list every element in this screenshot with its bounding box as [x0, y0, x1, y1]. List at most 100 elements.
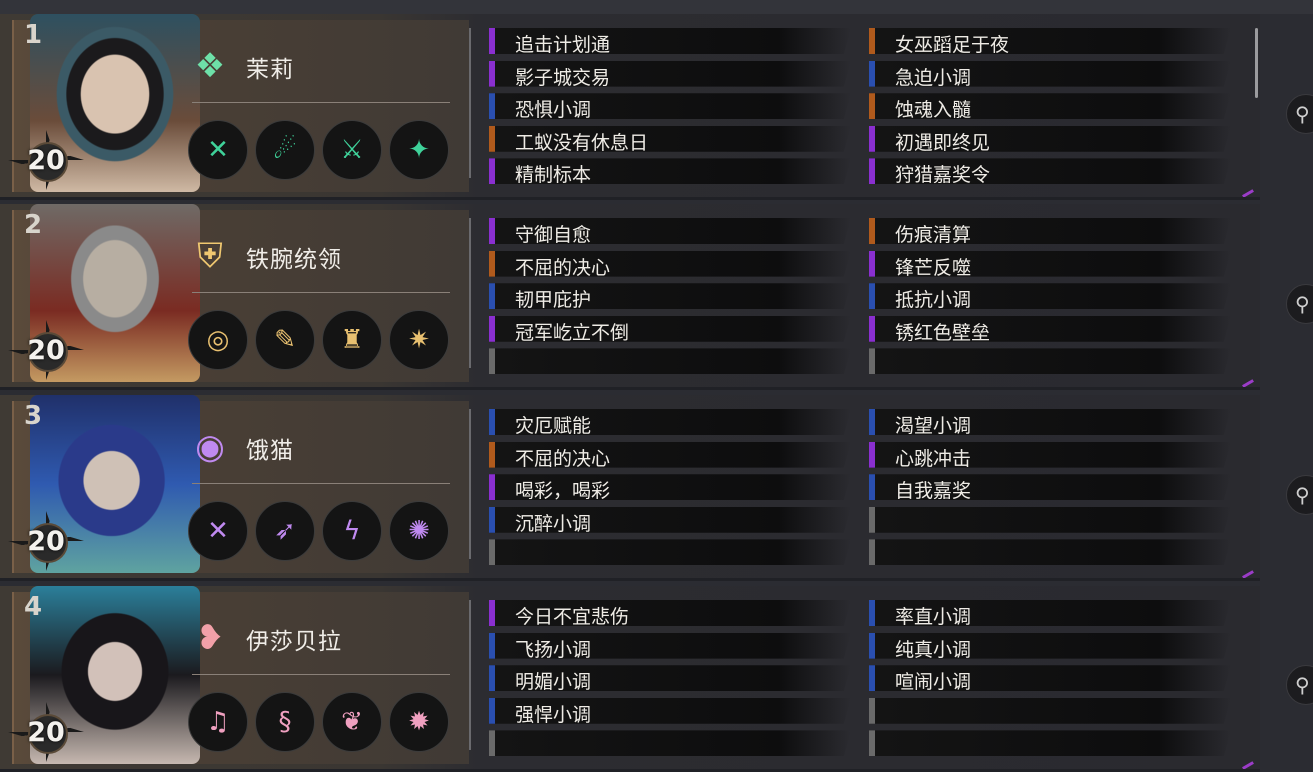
trait-color-bar	[489, 409, 495, 435]
trait-slot[interactable]: 急迫小调	[869, 60, 1231, 87]
trait-slot[interactable]: 今日不宜悲伤	[489, 600, 851, 626]
pink-burst-icon[interactable]: ✹	[389, 692, 449, 752]
serpent-icon[interactable]: §	[255, 692, 315, 752]
trait-slot[interactable]: 狩猎嘉奖令	[869, 158, 1231, 185]
trait-slot[interactable]: 追击计划通	[489, 28, 851, 54]
trait-slot[interactable]	[869, 730, 1231, 757]
trait-label: 不屈的决心	[515, 256, 611, 279]
level-badge: 20	[8, 130, 84, 190]
trait-slot[interactable]: 伤痕清算	[869, 218, 1231, 244]
trait-slot[interactable]: 韧甲庇护	[489, 283, 851, 310]
trait-column-left: 守御自愈不屈的决心韧甲庇护冠军屹立不倒	[489, 218, 851, 381]
trait-color-bar	[869, 697, 875, 724]
eye-icon: ◉	[195, 427, 225, 467]
trait-slot[interactable]: 锋芒反噬	[869, 250, 1231, 279]
trait-slot[interactable]: 喧闹小调	[869, 665, 1231, 694]
trait-label: 守御自愈	[515, 224, 592, 246]
trait-slot[interactable]: 喝彩，喝彩	[489, 474, 851, 501]
trait-slot[interactable]: 不屈的决心	[489, 441, 851, 468]
trait-slot[interactable]: 初遇即终见	[869, 125, 1231, 154]
trait-color-bar	[489, 632, 495, 659]
trait-label: 追击计划通	[515, 34, 611, 56]
lunge-icon[interactable]: ⚔	[322, 120, 382, 180]
scroll-icon[interactable]: ✎	[255, 310, 315, 370]
trait-slot[interactable]: 心跳冲击	[869, 441, 1231, 468]
crossed-swords-icon[interactable]: ✕	[188, 501, 248, 561]
search-icon[interactable]: ⚲	[1286, 94, 1313, 134]
trait-slot[interactable]: 自我嘉奖	[869, 474, 1231, 501]
divider	[192, 292, 450, 293]
trait-label: 锋芒反噬	[895, 256, 972, 279]
trait-slot[interactable]: 明媚小调	[489, 665, 851, 694]
trait-label: 灾厄赋能	[515, 415, 592, 437]
trait-slot[interactable]: 影子城交易	[489, 60, 851, 87]
trait-slot[interactable]	[869, 697, 1231, 724]
trait-slot[interactable]: 纯真小调	[869, 632, 1231, 659]
hunter-row-2[interactable]: 2 20 ⛨ 铁腕统领 ◎ ✎ ♜ ✷ 守御自愈 不屈的决心 韧甲庇护 冠军屹立不倒 …	[0, 204, 1260, 390]
trait-label: 强悍小调	[515, 703, 592, 726]
trait-slot[interactable]: 不屈的决心	[489, 250, 851, 279]
trait-slot[interactable]: 飞扬小调	[489, 632, 851, 659]
rank-number: 2	[24, 210, 43, 240]
trait-slot[interactable]: 冠军屹立不倒	[489, 315, 851, 342]
trait-label: 喧闹小调	[895, 671, 972, 694]
trait-slot[interactable]: 锈红色壁垒	[869, 315, 1231, 342]
hunter-row-3[interactable]: 3 20 ◉ 饿猫 ✕ ➶ ϟ ✺ 灾厄赋能 不屈的决心 喝彩，喝彩 沉醉小调 渴望小…	[0, 395, 1260, 581]
hunter-row-1[interactable]: 1 20 ❖ 茉莉 ✕ ☄ ⚔ ✦ 追击计划通 影子城交易 恐惧小调 工蚁没有休息日精…	[0, 14, 1260, 200]
trait-label: 工蚁没有休息日	[515, 131, 649, 154]
hunter-row-4[interactable]: 4 20 ❥ 伊莎贝拉 ♫ § ❦ ✹ 今日不宜悲伤 飞扬小调 明媚小调 强悍小调 率…	[0, 586, 1260, 772]
lyre-icon[interactable]: ♫	[188, 692, 248, 752]
ghost-strike-icon[interactable]: ☄	[255, 120, 315, 180]
trait-label: 率直小调	[895, 606, 972, 628]
trait-slot[interactable]: 灾厄赋能	[489, 409, 851, 435]
trait-slot[interactable]: 女巫蹈足于夜	[869, 28, 1231, 54]
search-icon[interactable]: ⚲	[1286, 475, 1313, 515]
trait-color-bar	[869, 506, 875, 533]
trait-slot[interactable]	[869, 539, 1231, 566]
trait-color-bar	[489, 539, 495, 566]
trait-slot[interactable]: 沉醉小调	[489, 506, 851, 533]
trait-slot[interactable]	[489, 539, 851, 566]
trait-slot[interactable]: 蚀魂入髓	[869, 93, 1231, 122]
trait-slot[interactable]	[489, 730, 851, 757]
hunter-name: 伊莎贝拉	[246, 629, 342, 655]
trait-column-left: 追击计划通影子城交易恐惧小调工蚁没有休息日精制标本	[489, 28, 851, 191]
trait-label: 初遇即终见	[895, 131, 991, 154]
trait-slot[interactable]: 工蚁没有休息日	[489, 125, 851, 154]
search-icon[interactable]: ⚲	[1286, 665, 1313, 705]
trait-slot[interactable]	[489, 348, 851, 375]
purple-burst-icon[interactable]: ✺	[389, 501, 449, 561]
trait-column-right: 渴望小调心跳冲击自我嘉奖	[869, 409, 1231, 572]
trait-slot[interactable]: 精制标本	[489, 158, 851, 185]
trait-slot[interactable]	[869, 348, 1231, 375]
trait-slot[interactable]: 率直小调	[869, 600, 1231, 626]
trait-label: 抵抗小调	[895, 289, 972, 312]
strike-icon[interactable]: ϟ	[322, 501, 382, 561]
trait-label: 明媚小调	[515, 671, 592, 694]
top-band	[0, 0, 1313, 14]
trait-color-bar	[869, 730, 875, 757]
trait-color-bar	[869, 250, 875, 277]
search-icon[interactable]: ⚲	[1286, 284, 1313, 324]
trait-label: 蚀魂入髓	[895, 99, 972, 122]
rank-number: 4	[24, 592, 43, 622]
trait-slot[interactable]: 恐惧小调	[489, 93, 851, 120]
trait-slot[interactable]: 渴望小调	[869, 409, 1231, 435]
helm-icon[interactable]: ♜	[322, 310, 382, 370]
golden-claw-icon[interactable]: ✷	[389, 310, 449, 370]
crossed-blades-icon[interactable]: ✕	[188, 120, 248, 180]
trait-slot[interactable]	[869, 506, 1231, 533]
green-slash-icon[interactable]: ✦	[389, 120, 449, 180]
dancer-icon[interactable]: ❦	[322, 692, 382, 752]
corner-accent	[1242, 189, 1254, 197]
skill-list: ◎ ✎ ♜ ✷	[188, 310, 449, 370]
trait-slot[interactable]: 强悍小调	[489, 697, 851, 726]
clock-icon[interactable]: ◎	[188, 310, 248, 370]
trait-slot[interactable]: 守御自愈	[489, 218, 851, 244]
scrollbar[interactable]	[1255, 28, 1258, 98]
trait-color-bar	[489, 250, 495, 277]
trait-color-bar	[869, 474, 875, 501]
trait-slot[interactable]: 抵抗小调	[869, 283, 1231, 312]
pounce-icon[interactable]: ➶	[255, 501, 315, 561]
jade-shard-icon: ❖	[194, 46, 226, 86]
